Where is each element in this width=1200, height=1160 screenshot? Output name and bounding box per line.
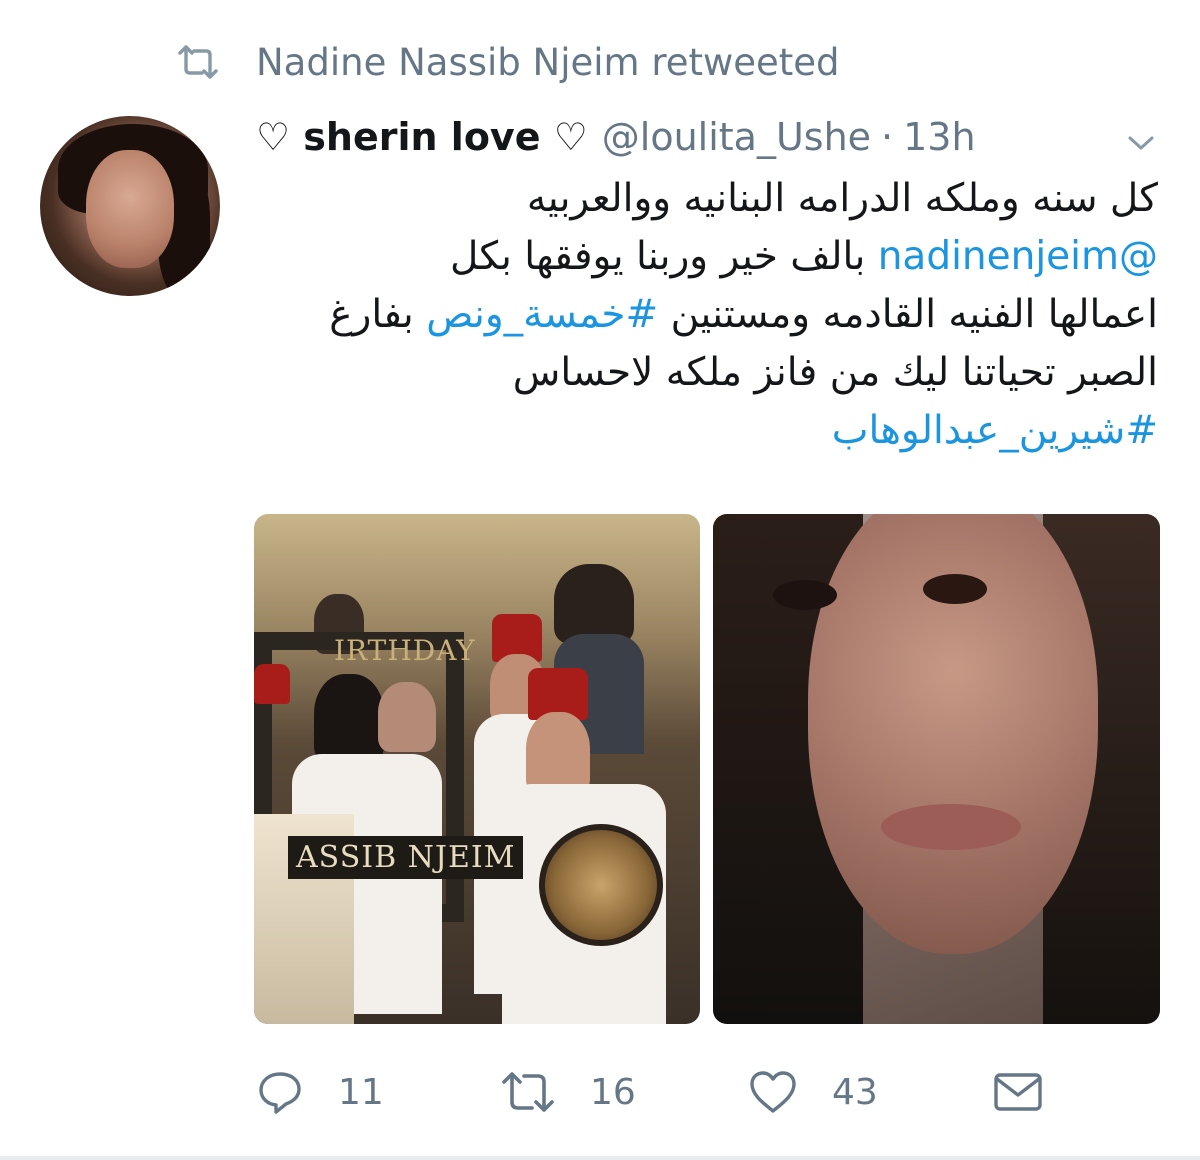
like-count: 43 <box>832 1071 878 1113</box>
display-name[interactable]: ♡ sherin love ♡ <box>256 115 588 159</box>
tweet-text-line-3-b: بفارغ <box>329 292 414 337</box>
chevron-down-icon[interactable] <box>1126 128 1156 158</box>
tweet-divider <box>0 1156 1200 1160</box>
envelope-icon <box>994 1073 1042 1111</box>
direct-message-button[interactable] <box>992 1062 1078 1122</box>
hashtag-link-1[interactable]: #خمسة_ونص <box>426 292 658 337</box>
tweet-header: ♡ sherin love ♡ @loulita_Ushe · 13h <box>256 112 976 162</box>
tweet-photo-2[interactable] <box>713 514 1160 1024</box>
like-button[interactable]: 43 <box>748 1062 878 1122</box>
hashtag-link-2[interactable]: #شيرين_عبدالوهاب <box>832 408 1158 453</box>
retweet-button[interactable]: 16 <box>500 1062 636 1122</box>
retweet-context[interactable]: Nadine Nassib Njeim retweeted <box>176 38 840 86</box>
avatar[interactable] <box>40 116 220 296</box>
timestamp[interactable]: 13h <box>903 115 975 159</box>
retweet-icon <box>178 45 218 79</box>
heart-icon <box>750 1071 796 1113</box>
tweet-actions: 11 16 43 <box>256 1062 1156 1122</box>
header-separator: · <box>881 115 894 159</box>
tweet-text-line-3: اعمالها الفنيه القادمه ومستنين #خمسة_ونص… <box>258 286 1158 344</box>
tweet-text-line-4: الصبر تحياتنا ليك من فانز ملكه لاحساس <box>512 350 1158 395</box>
user-handle[interactable]: @loulita_Ushe <box>602 115 871 159</box>
tweet-text: كل سنه وملكه الدرامه البنانيه ووالعربيه … <box>258 170 1158 460</box>
retweet-context-label: Nadine Nassib Njeim retweeted <box>256 40 840 84</box>
photo-board-text-top: IRTHDAY <box>334 634 476 667</box>
photo-board-text-bottom: ASSIB NJEIM <box>288 836 524 879</box>
tweet-text-line-2-rest: بالف خير وربنا يوفقها بكل <box>449 234 866 279</box>
retweet-count: 16 <box>590 1071 636 1113</box>
tweet-text-line-3-a: اعمالها الفنيه القادمه ومستنين <box>670 292 1158 337</box>
tweet-text-line-2: @nadinenjeim بالف خير وربنا يوفقها بكل <box>258 228 1158 286</box>
tweet-photo-1[interactable]: IRTHDAY ASSIB NJEIM <box>254 514 700 1024</box>
retweet-icon <box>502 1072 554 1112</box>
tweet-text-line-1: كل سنه وملكه الدرامه البنانيه ووالعربيه <box>526 176 1158 221</box>
reply-icon <box>259 1072 301 1114</box>
tweet-text-line-5: #شيرين_عبدالوهاب <box>258 402 1158 460</box>
reply-button[interactable]: 11 <box>256 1062 384 1122</box>
reply-count: 11 <box>338 1071 384 1113</box>
mention-link[interactable]: @nadinenjeim <box>878 234 1158 279</box>
